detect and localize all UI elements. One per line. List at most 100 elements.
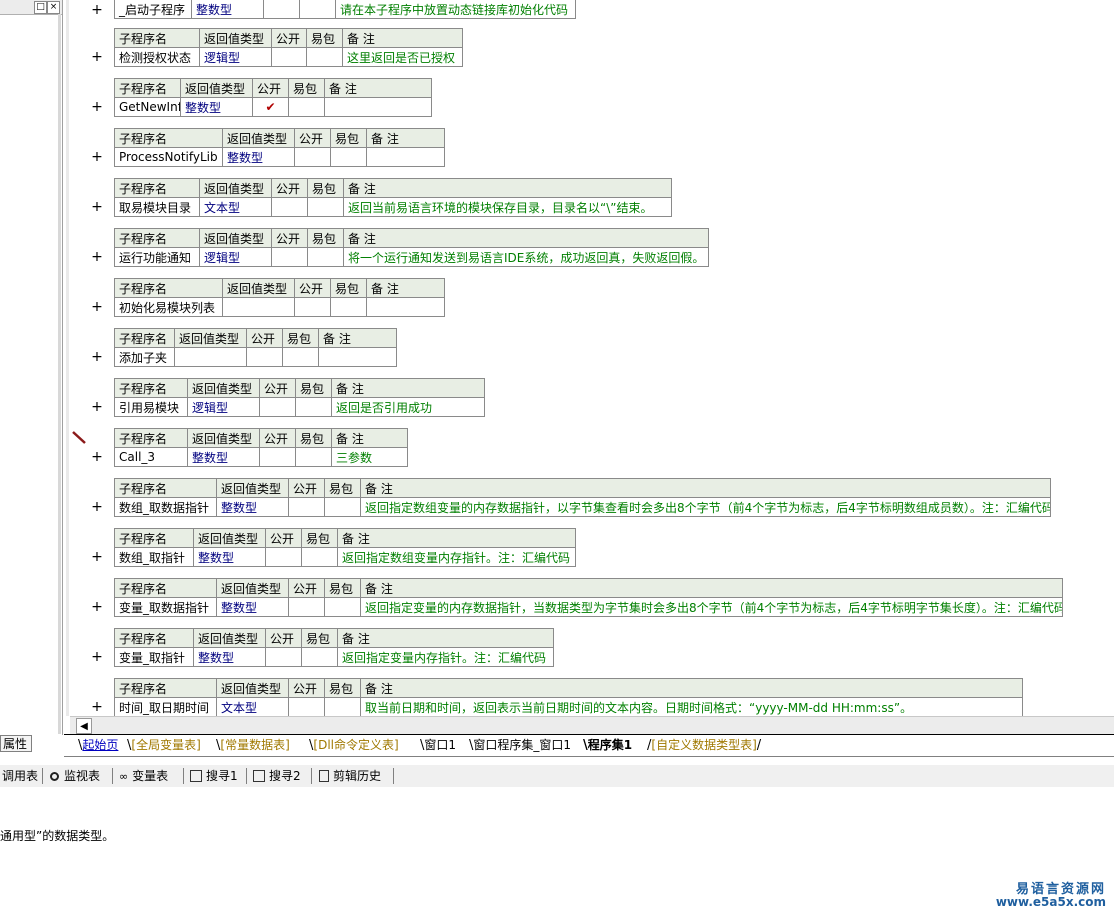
sub-note[interactable]: 返回指定数组变量内存指针。注：汇编代码	[337, 547, 576, 567]
scroll-left-arrow-icon[interactable]: ◀	[76, 718, 92, 734]
sub-easy[interactable]	[288, 97, 325, 117]
expand-icon[interactable]: +	[91, 150, 103, 164]
sub-note[interactable]: 返回指定数组变量的内存数据指针，以字节集查看时会多出8个字节（前4个字节为标志，…	[360, 497, 1051, 517]
sub-name[interactable]: 初始化易模块列表	[114, 297, 223, 317]
sub-return-type[interactable]: 整数型	[191, 0, 264, 19]
sub-name[interactable]: 数组_取指针	[114, 547, 194, 567]
sub-public[interactable]	[294, 147, 331, 167]
properties-tab[interactable]: 属性	[0, 735, 32, 752]
sub-note[interactable]	[318, 347, 397, 367]
variable-table-button[interactable]: ∞ 变量表	[119, 768, 168, 784]
sub-easy[interactable]	[301, 547, 338, 567]
sub-easy[interactable]	[324, 497, 361, 517]
sub-easy[interactable]	[301, 647, 338, 667]
sub-return-type[interactable]: 逻辑型	[187, 397, 260, 417]
expand-icon[interactable]: +	[91, 300, 103, 314]
sub-public[interactable]	[288, 697, 325, 716]
sub-public[interactable]	[271, 197, 308, 217]
expand-icon[interactable]: +	[91, 400, 103, 414]
sub-name[interactable]: 变量_取指针	[114, 647, 194, 667]
sub-note[interactable]: 返回当前易语言环境的模块保存目录，目录名以“\”结束。	[343, 197, 672, 217]
expand-icon[interactable]: +	[91, 600, 103, 614]
expand-icon[interactable]: +	[91, 500, 103, 514]
tab-start-page[interactable]: \起始页	[78, 737, 118, 753]
tab-window-assembly[interactable]: \窗口程序集_窗口1	[469, 737, 571, 753]
sub-name[interactable]: 取易模块目录	[114, 197, 200, 217]
sub-public[interactable]	[271, 247, 308, 267]
sub-public[interactable]	[259, 447, 296, 467]
expand-icon[interactable]: +	[91, 50, 103, 64]
sub-public[interactable]	[263, 0, 300, 19]
sub-return-type[interactable]	[222, 297, 295, 317]
sub-return-type[interactable]: 逻辑型	[199, 47, 272, 67]
expand-icon[interactable]: +	[91, 700, 103, 714]
sub-note[interactable]	[324, 97, 432, 117]
sub-note[interactable]: 返回指定变量的内存数据指针，当数据类型为字节集时会多出8个字节（前4个字节为标志…	[360, 597, 1063, 617]
sub-easy[interactable]	[330, 297, 367, 317]
sub-easy[interactable]	[324, 597, 361, 617]
tab-custom-types[interactable]: /[自定义数据类型表]/	[647, 737, 761, 753]
search2-button[interactable]: 搜寻2	[253, 768, 301, 784]
sub-easy[interactable]	[330, 147, 367, 167]
sub-name[interactable]: Call_3	[114, 447, 188, 467]
sub-return-type[interactable]: 逻辑型	[199, 247, 272, 267]
tab-dll-commands[interactable]: \[Dll命令定义表]	[309, 737, 399, 753]
sub-easy[interactable]	[307, 247, 344, 267]
sub-public[interactable]: ✔	[252, 97, 289, 117]
expand-icon[interactable]: +	[91, 450, 103, 464]
sub-easy[interactable]	[282, 347, 319, 367]
watch-table-button[interactable]: 监视表	[50, 768, 100, 784]
sub-return-type[interactable]	[174, 347, 247, 367]
sub-public[interactable]	[294, 297, 331, 317]
sub-name[interactable]: 引用易模块	[114, 397, 188, 417]
sub-public[interactable]	[288, 597, 325, 617]
clip-history-button[interactable]: 剪辑历史	[319, 768, 381, 784]
sub-note[interactable]: 返回是否引用成功	[331, 397, 485, 417]
sub-note[interactable]: 三参数	[331, 447, 408, 467]
sub-note[interactable]: 请在本子程序中放置动态链接库初始化代码	[335, 0, 576, 19]
sub-easy[interactable]	[295, 447, 332, 467]
sub-name[interactable]: 运行功能通知	[114, 247, 200, 267]
sub-note[interactable]: 返回指定变量内存指针。注：汇编代码	[337, 647, 554, 667]
expand-icon[interactable]: +	[91, 3, 103, 17]
tab-global-vars[interactable]: \[全局变量表]	[127, 737, 201, 753]
sub-public[interactable]	[265, 547, 302, 567]
sub-note[interactable]: 取当前日期和时间，返回表示当前日期时间的文本内容。日期时间格式：“yyyy-MM…	[360, 697, 1023, 716]
sub-note[interactable]	[366, 297, 445, 317]
sub-name[interactable]: 检测授权状态	[114, 47, 200, 67]
sub-return-type[interactable]: 整数型	[180, 97, 253, 117]
sub-public[interactable]	[271, 47, 307, 67]
sub-name[interactable]: ProcessNotifyLib	[114, 147, 223, 167]
sub-public[interactable]	[259, 397, 296, 417]
sub-return-type[interactable]: 整数型	[193, 547, 266, 567]
sub-easy[interactable]	[299, 0, 336, 19]
sub-name[interactable]: 数组_取数据指针	[114, 497, 217, 517]
sub-return-type[interactable]: 整数型	[187, 447, 260, 467]
sub-easy[interactable]	[306, 47, 343, 67]
sub-easy[interactable]	[324, 697, 361, 716]
sub-easy[interactable]	[307, 197, 344, 217]
sub-note[interactable]: 将一个运行通知发送到易语言IDE系统，成功返回真，失败返回假。	[343, 247, 709, 267]
expand-icon[interactable]: +	[91, 100, 103, 114]
expand-icon[interactable]: +	[91, 200, 103, 214]
tab-assembly1[interactable]: \程序集1	[583, 737, 632, 753]
expand-icon[interactable]: +	[91, 550, 103, 564]
sub-public[interactable]	[246, 347, 283, 367]
sub-public[interactable]	[288, 497, 325, 517]
expand-icon[interactable]: +	[91, 350, 103, 364]
horizontal-scrollbar[interactable]: ◀	[70, 716, 1114, 735]
sub-name[interactable]: _启动子程序	[114, 0, 192, 19]
tab-window1[interactable]: \窗口1	[420, 737, 456, 753]
expand-icon[interactable]: +	[91, 250, 103, 264]
sub-public[interactable]	[265, 647, 302, 667]
sub-return-type[interactable]: 整数型	[216, 597, 289, 617]
sub-return-type[interactable]: 文本型	[199, 197, 272, 217]
tab-constants[interactable]: \[常量数据表]	[216, 737, 290, 753]
sub-name[interactable]: 添加子夹	[114, 347, 175, 367]
sub-return-type[interactable]: 整数型	[222, 147, 295, 167]
expand-icon[interactable]: +	[91, 650, 103, 664]
sub-easy[interactable]	[295, 397, 332, 417]
sub-note[interactable]: 这里返回是否已授权	[342, 47, 463, 67]
call-table-button[interactable]: 调用表	[2, 768, 38, 784]
sub-return-type[interactable]: 文本型	[216, 697, 289, 716]
